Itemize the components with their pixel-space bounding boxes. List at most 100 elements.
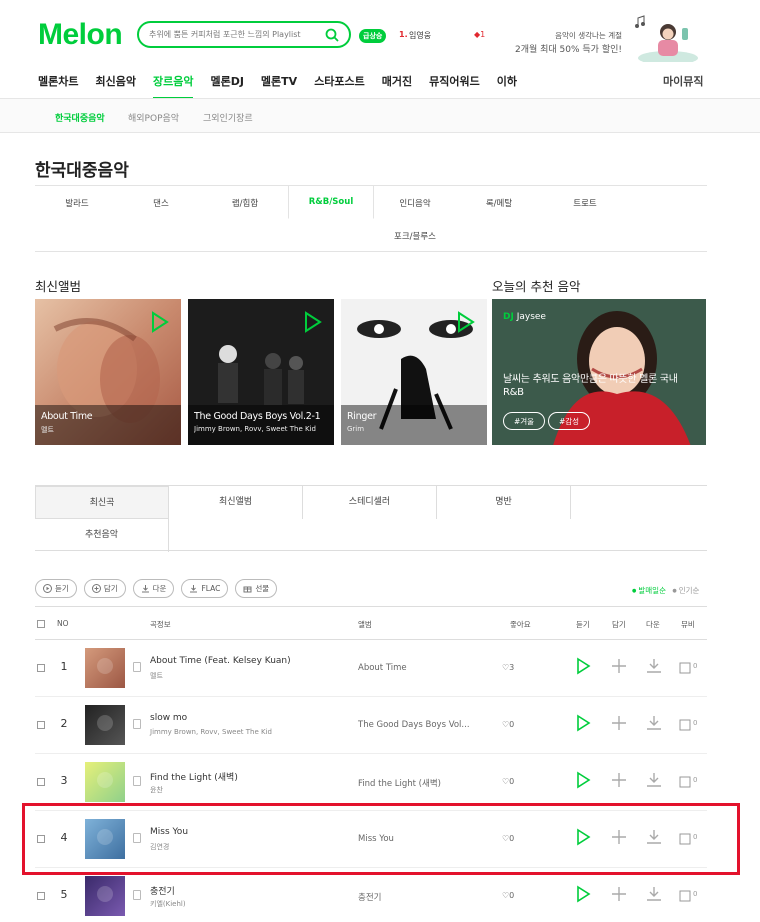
album-card[interactable]: The Good Days Boys Vol.2-1 Jimmy Brown, … bbox=[188, 299, 334, 445]
download-icon[interactable] bbox=[645, 714, 663, 732]
album-artist[interactable]: Jimmy Brown, Rovv, Sweet The Kid bbox=[194, 425, 328, 433]
recommend-card[interactable]: DJ Jaysee 날씨는 추워도 음악만큼은 따뜻한 멜론 국내 R&B #겨… bbox=[492, 299, 706, 445]
add-icon[interactable] bbox=[610, 657, 628, 675]
album-thumbnail[interactable] bbox=[85, 648, 125, 688]
search-input[interactable] bbox=[149, 30, 317, 39]
genre-trot[interactable]: 트로트 bbox=[543, 197, 627, 209]
search-box[interactable] bbox=[137, 21, 351, 48]
table-row[interactable]: 1 About Time (Feat. Kelsey Kuan) 멜트 Abou… bbox=[35, 640, 707, 697]
row-checkbox[interactable] bbox=[37, 778, 45, 786]
nav-starpost[interactable]: 스타포스트 bbox=[314, 73, 365, 99]
download-icon[interactable] bbox=[645, 771, 663, 789]
song-album[interactable]: Find the Light (새벽) bbox=[358, 777, 441, 789]
album-title[interactable]: The Good Days Boys Vol.2-1 bbox=[194, 411, 328, 422]
nav-genre[interactable]: 장르음악 bbox=[152, 73, 194, 99]
dj-name[interactable]: Jaysee bbox=[517, 312, 546, 322]
song-artist[interactable]: 멜트 bbox=[150, 671, 163, 681]
search-icon[interactable] bbox=[325, 28, 339, 42]
song-artist[interactable]: 키엘(Kiehl) bbox=[150, 899, 186, 909]
nav-music-award[interactable]: 뮤직어워드 bbox=[429, 73, 480, 99]
album-thumbnail[interactable] bbox=[85, 705, 125, 745]
table-row[interactable]: 2 slow mo Jimmy Brown, Rovv, Sweet The K… bbox=[35, 697, 707, 754]
genre-rock[interactable]: 록/메탈 bbox=[457, 197, 541, 209]
nav-chart[interactable]: 멜론차트 bbox=[38, 73, 78, 99]
nav-more[interactable]: 이하 bbox=[497, 73, 517, 99]
download-icon[interactable] bbox=[645, 885, 663, 903]
song-album[interactable]: The Good Days Boys Vol... bbox=[358, 720, 470, 730]
mv-icon[interactable] bbox=[679, 776, 691, 788]
nav-magazine[interactable]: 매거진 bbox=[382, 73, 412, 99]
promo-line2[interactable]: 2개월 최대 50% 득가 할인! bbox=[500, 42, 622, 55]
play-icon[interactable] bbox=[151, 311, 169, 333]
like-button[interactable]: ♡0 bbox=[502, 777, 514, 786]
like-button[interactable]: ♡0 bbox=[502, 720, 514, 729]
album-title[interactable]: About Time bbox=[41, 411, 175, 422]
song-info-icon[interactable] bbox=[133, 719, 141, 729]
play-icon[interactable] bbox=[574, 714, 592, 732]
recommend-description[interactable]: 날씨는 추워도 음악만큼은 따뜻한 멜론 국내 R&B bbox=[503, 373, 699, 399]
album-thumbnail[interactable] bbox=[85, 762, 125, 802]
play-icon[interactable] bbox=[574, 885, 592, 903]
nav-melontv[interactable]: 멜론TV bbox=[261, 73, 297, 99]
tab-latest-albums[interactable]: 최신앨범 bbox=[169, 486, 303, 519]
table-row[interactable]: 5 충전기 키엘(Kiehl) 충전기 ♡0 0 bbox=[35, 868, 707, 922]
nav-latest[interactable]: 최신음악 bbox=[95, 73, 135, 99]
subnav-korean[interactable]: 한국대중음악 bbox=[55, 111, 105, 124]
album-card[interactable]: About Time 멜트 bbox=[35, 299, 181, 445]
tag-mood[interactable]: #감성 bbox=[548, 412, 591, 430]
row-checkbox[interactable] bbox=[37, 664, 45, 672]
album-card[interactable]: Ringer Grim bbox=[341, 299, 487, 445]
add-icon[interactable] bbox=[610, 885, 628, 903]
play-icon[interactable] bbox=[457, 311, 475, 333]
album-thumbnail[interactable] bbox=[85, 876, 125, 916]
song-artist[interactable]: 윤찬 bbox=[150, 785, 163, 795]
subnav-pop[interactable]: 해외POP음악 bbox=[128, 111, 179, 124]
genre-indie[interactable]: 인디음악 bbox=[373, 197, 457, 209]
play-icon[interactable] bbox=[574, 657, 592, 675]
rank-keyword[interactable]: 임영웅 bbox=[409, 30, 431, 41]
gift-button[interactable]: 선물 bbox=[235, 579, 278, 598]
genre-folk[interactable]: 포크/블루스 bbox=[373, 230, 457, 242]
tab-latest-songs[interactable]: 최신곡 bbox=[35, 486, 169, 519]
mv-icon[interactable] bbox=[679, 719, 691, 731]
song-album[interactable]: 충전기 bbox=[358, 891, 381, 903]
song-title[interactable]: Find the Light (새벽) bbox=[150, 770, 238, 783]
song-info-icon[interactable] bbox=[133, 890, 141, 900]
mv-icon[interactable] bbox=[679, 662, 691, 674]
genre-ballad[interactable]: 발라드 bbox=[35, 197, 119, 209]
sort-by-release[interactable]: 발매일순 bbox=[632, 586, 666, 595]
like-button[interactable]: ♡3 bbox=[502, 663, 514, 672]
row-checkbox[interactable] bbox=[37, 892, 45, 900]
play-icon[interactable] bbox=[304, 311, 322, 333]
song-title[interactable]: slow mo bbox=[150, 713, 187, 723]
genre-hiphop[interactable]: 랩/힙합 bbox=[203, 197, 287, 209]
promo-line1[interactable]: 음악이 생각나는 계절 bbox=[540, 30, 622, 41]
promo-illustration[interactable] bbox=[628, 14, 700, 62]
album-title[interactable]: Ringer bbox=[347, 411, 481, 422]
song-title[interactable]: About Time (Feat. Kelsey Kuan) bbox=[150, 656, 291, 666]
row-checkbox[interactable] bbox=[37, 721, 45, 729]
download-icon[interactable] bbox=[645, 657, 663, 675]
like-button[interactable]: ♡0 bbox=[502, 891, 514, 900]
album-artist[interactable]: Grim bbox=[347, 425, 481, 433]
tab-steady-seller[interactable]: 스테디셀러 bbox=[303, 486, 437, 519]
tag-winter[interactable]: #겨울 bbox=[503, 412, 546, 430]
album-artist[interactable]: 멜트 bbox=[41, 425, 175, 435]
nav-melondj[interactable]: 멜론DJ bbox=[210, 73, 243, 99]
flac-button[interactable]: FLAC bbox=[181, 579, 229, 598]
song-info-icon[interactable] bbox=[133, 776, 141, 786]
song-artist[interactable]: Jimmy Brown, Rovv, Sweet The Kid bbox=[150, 728, 272, 736]
subnav-other[interactable]: 그외인기장르 bbox=[203, 111, 253, 124]
add-icon[interactable] bbox=[610, 771, 628, 789]
add-icon[interactable] bbox=[610, 714, 628, 732]
tab-classic-albums[interactable]: 명반 bbox=[437, 486, 571, 519]
sort-by-popular[interactable]: 인기순 bbox=[672, 586, 699, 595]
genre-rnb[interactable]: R&B/Soul bbox=[289, 197, 373, 207]
song-album[interactable]: About Time bbox=[358, 663, 407, 673]
download-button[interactable]: 다운 bbox=[132, 579, 175, 598]
tab-recommended[interactable]: 추천음악 bbox=[35, 519, 169, 552]
melon-logo[interactable]: Melon bbox=[38, 18, 123, 52]
listen-button[interactable]: 듣기 bbox=[35, 579, 77, 598]
genre-dance[interactable]: 댄스 bbox=[119, 197, 203, 209]
select-all-checkbox[interactable] bbox=[37, 620, 45, 628]
